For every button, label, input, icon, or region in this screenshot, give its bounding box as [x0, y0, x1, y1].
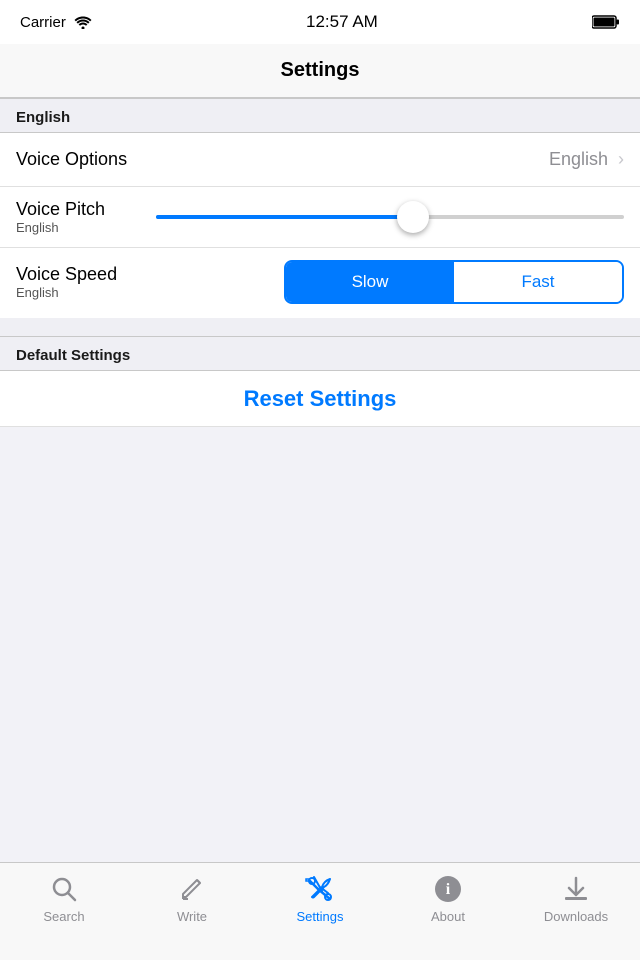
voice-pitch-sublabel: English	[16, 220, 136, 235]
slider-track	[156, 215, 624, 219]
tab-downloads-label: Downloads	[544, 909, 608, 924]
tab-write[interactable]: Write	[128, 873, 256, 924]
tab-search[interactable]: Search	[0, 873, 128, 924]
voice-pitch-label: Voice Pitch	[16, 199, 136, 220]
carrier-label: Carrier	[20, 14, 66, 31]
tab-settings-label: Settings	[297, 909, 344, 924]
status-battery	[592, 15, 620, 29]
tab-downloads[interactable]: Downloads	[512, 873, 640, 924]
voice-options-label: Voice Options	[16, 149, 127, 170]
voice-options-row[interactable]: Voice Options English ›	[0, 133, 640, 187]
voice-options-value: English	[549, 149, 608, 170]
section-header-english: English	[0, 98, 640, 133]
svg-text:i: i	[446, 881, 451, 898]
chevron-right-icon: ›	[618, 149, 624, 170]
voice-speed-label: Voice Speed	[16, 264, 117, 285]
voice-pitch-slider[interactable]	[156, 201, 624, 233]
reset-settings-button[interactable]: Reset Settings	[0, 371, 640, 427]
status-bar: Carrier 12:57 AM	[0, 0, 640, 44]
tab-about-label: About	[431, 909, 465, 924]
english-settings-group: Voice Options English › Voice Pitch Engl…	[0, 133, 640, 318]
status-carrier-wifi: Carrier	[20, 14, 92, 31]
tab-about[interactable]: i About	[384, 873, 512, 924]
spacer	[0, 318, 640, 336]
reset-settings-label: Reset Settings	[244, 386, 397, 412]
downloads-tab-icon	[560, 873, 592, 905]
slider-thumb[interactable]	[397, 201, 429, 233]
slider-fill	[156, 215, 413, 219]
tab-write-label: Write	[177, 909, 207, 924]
tab-settings[interactable]: Settings	[256, 873, 384, 924]
search-tab-icon	[48, 873, 80, 905]
default-settings-group: Reset Settings	[0, 371, 640, 427]
voice-speed-segmented[interactable]: Slow Fast	[284, 260, 624, 304]
tab-search-label: Search	[43, 909, 84, 924]
nav-bar: Settings	[0, 44, 640, 98]
voice-speed-sublabel: English	[16, 285, 117, 300]
speed-slow-option[interactable]: Slow	[286, 262, 454, 302]
section-header-default: Default Settings	[0, 336, 640, 371]
page-title: Settings	[281, 59, 360, 82]
voice-speed-row: Voice Speed English Slow Fast	[0, 248, 640, 318]
write-tab-icon	[176, 873, 208, 905]
voice-pitch-row: Voice Pitch English	[0, 187, 640, 248]
speed-fast-option[interactable]: Fast	[454, 262, 622, 302]
tab-bar: Search Write	[0, 862, 640, 960]
settings-tab-icon	[304, 873, 336, 905]
status-time: 12:57 AM	[306, 12, 378, 32]
about-tab-icon: i	[432, 873, 464, 905]
battery-icon	[592, 15, 620, 29]
wifi-icon	[74, 15, 92, 29]
